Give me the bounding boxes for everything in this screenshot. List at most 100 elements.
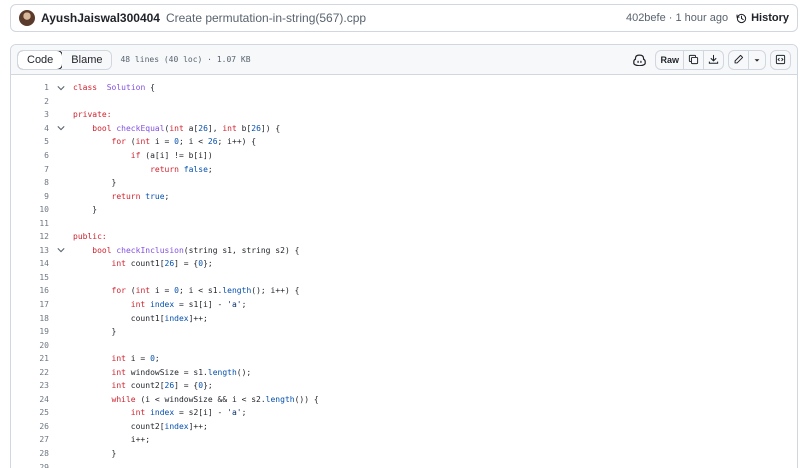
line-number[interactable]: 13: [11, 246, 49, 255]
line-number[interactable]: 24: [11, 395, 49, 404]
line-number[interactable]: 7: [11, 165, 49, 174]
code-token: = s2[i] -: [174, 408, 228, 418]
code-line[interactable]: 27 i++;: [11, 433, 797, 447]
code-token: count2[: [73, 421, 165, 431]
user-avatar[interactable]: [19, 10, 35, 26]
symbols-panel-button[interactable]: [770, 49, 791, 70]
code-token: checkInclusion: [116, 245, 184, 255]
code-line[interactable]: 1 class Solution {: [11, 81, 797, 95]
tab-code[interactable]: Code: [18, 50, 64, 69]
tab-blame[interactable]: Blame: [62, 50, 112, 69]
code-line[interactable]: 13 bool checkInclusion(string s1, string…: [11, 244, 797, 258]
line-number[interactable]: 23: [11, 381, 49, 390]
code-token: ]++;: [188, 421, 208, 431]
line-number[interactable]: 19: [11, 327, 49, 336]
code-line[interactable]: 7 return false;: [11, 162, 797, 176]
copy-raw-button[interactable]: [683, 50, 703, 69]
code-line[interactable]: 10 }: [11, 203, 797, 217]
line-number[interactable]: 11: [11, 219, 49, 228]
commit-message-link[interactable]: Create permutation-in-string(567).cpp: [166, 11, 366, 25]
code-token: int: [111, 354, 126, 364]
line-number[interactable]: 14: [11, 259, 49, 268]
line-number[interactable]: 5: [11, 137, 49, 146]
code-line[interactable]: 3 private:: [11, 108, 797, 122]
code-line[interactable]: 21 int i = 0;: [11, 352, 797, 366]
code-token: i =: [125, 354, 151, 364]
line-number[interactable]: 8: [11, 178, 49, 187]
line-number[interactable]: 25: [11, 408, 49, 417]
code-text: int i = 0;: [73, 354, 160, 363]
line-number[interactable]: 17: [11, 300, 49, 309]
line-number[interactable]: 29: [11, 463, 49, 468]
fold-chevron-icon[interactable]: [49, 85, 73, 91]
code-line[interactable]: 15: [11, 271, 797, 285]
line-number[interactable]: 4: [11, 124, 49, 133]
commit-sha-time[interactable]: 402befe · 1 hour ago: [626, 12, 728, 24]
line-number[interactable]: 3: [11, 110, 49, 119]
line-number[interactable]: 26: [11, 422, 49, 431]
code-token: true: [145, 191, 165, 201]
code-text: count1[index]++;: [73, 314, 208, 323]
history-icon: [736, 13, 747, 23]
code-text: for (int i = 0; i < s1.length(); i++) {: [73, 286, 300, 295]
code-token: = s1[i] -: [174, 300, 228, 310]
edit-button[interactable]: [729, 51, 748, 69]
raw-copy-download-group: Raw: [655, 49, 724, 70]
code-line[interactable]: 29: [11, 460, 797, 468]
line-number[interactable]: 6: [11, 151, 49, 160]
code-view[interactable]: 1 class Solution { 2 3 private: 4 bool checkE…: [11, 75, 797, 468]
code-line[interactable]: 25 int index = s2[i] - 'a';: [11, 406, 797, 420]
code-token: (a[i] != b[i]): [140, 151, 213, 160]
raw-button[interactable]: Raw: [656, 51, 683, 69]
code-line[interactable]: 23 int count2[26] = {0};: [11, 379, 797, 393]
fold-chevron-icon[interactable]: [49, 247, 73, 253]
code-line[interactable]: 28 }: [11, 447, 797, 461]
code-token: ] = {: [174, 381, 199, 391]
code-line[interactable]: 4 bool checkEqual(int a[26], int b[26]) …: [11, 122, 797, 136]
code-line[interactable]: 2: [11, 95, 797, 109]
code-line[interactable]: 14 int count1[26] = {0};: [11, 257, 797, 271]
line-number[interactable]: 2: [11, 97, 49, 106]
fold-chevron-icon[interactable]: [49, 125, 73, 131]
line-number[interactable]: 9: [11, 192, 49, 201]
code-token: count1[: [73, 313, 165, 323]
history-button[interactable]: History: [736, 12, 789, 24]
line-number[interactable]: 20: [11, 341, 49, 350]
code-line[interactable]: 5 for (int i = 0; i < 26; i++) {: [11, 135, 797, 149]
download-button[interactable]: [703, 50, 723, 69]
code-line[interactable]: 11: [11, 216, 797, 230]
code-token: {: [145, 83, 155, 93]
code-token: b[: [236, 123, 252, 133]
line-number[interactable]: 10: [11, 205, 49, 214]
line-number[interactable]: 22: [11, 368, 49, 377]
code-line[interactable]: 20: [11, 338, 797, 352]
code-line[interactable]: 26 count2[index]++;: [11, 420, 797, 434]
line-number[interactable]: 21: [11, 354, 49, 363]
line-number[interactable]: 27: [11, 435, 49, 444]
code-line[interactable]: 17 int index = s1[i] - 'a';: [11, 298, 797, 312]
code-line[interactable]: 19 }: [11, 325, 797, 339]
line-number[interactable]: 15: [11, 273, 49, 282]
copilot-button[interactable]: [628, 50, 651, 70]
line-number[interactable]: 1: [11, 83, 49, 92]
code-line[interactable]: 18 count1[index]++;: [11, 311, 797, 325]
code-line[interactable]: 6 if (a[i] != b[i]): [11, 149, 797, 163]
commit-author-link[interactable]: AyushJaiswal300404: [41, 11, 160, 25]
code-line[interactable]: 12 public:: [11, 230, 797, 244]
line-number[interactable]: 12: [11, 232, 49, 241]
code-line[interactable]: 24 while (i < windowSize && i < s2.lengt…: [11, 393, 797, 407]
code-line[interactable]: 8 }: [11, 176, 797, 190]
code-line[interactable]: 22 int windowSize = s1.length();: [11, 365, 797, 379]
line-number[interactable]: 16: [11, 286, 49, 295]
code-token: Solution: [106, 83, 146, 93]
code-token: count1[: [125, 259, 165, 269]
line-number[interactable]: 18: [11, 314, 49, 323]
code-text: i++;: [73, 435, 150, 444]
code-line[interactable]: 9 return true;: [11, 189, 797, 203]
code-line[interactable]: 16 for (int i = 0; i < s1.length(); i++)…: [11, 284, 797, 298]
line-number[interactable]: 28: [11, 449, 49, 458]
edit-dropdown-button[interactable]: [748, 50, 765, 69]
code-token: ]++;: [188, 313, 208, 323]
code-text: int index = s1[i] - 'a';: [73, 300, 247, 310]
